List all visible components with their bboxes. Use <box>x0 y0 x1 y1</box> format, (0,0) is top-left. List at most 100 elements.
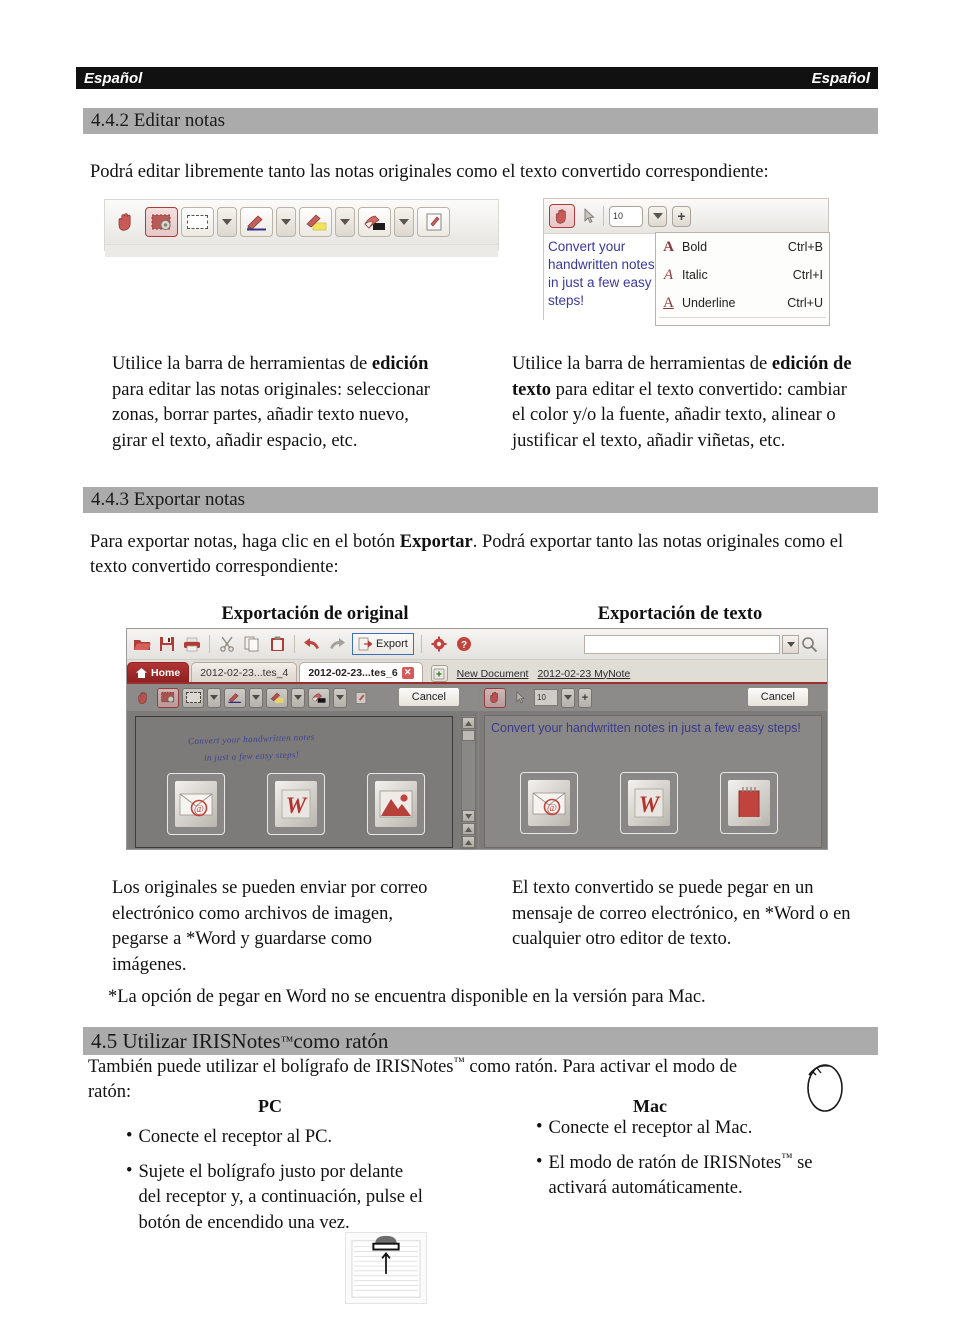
pen-dropdown-arrow[interactable] <box>276 207 296 237</box>
hand-tool-icon[interactable] <box>484 687 506 708</box>
notepad-export-icon[interactable] <box>720 772 778 834</box>
menu-item-italic[interactable]: A Italic Ctrl+I <box>656 261 829 289</box>
bullet-icon: • <box>126 1160 133 1181</box>
column-heading-text: Exportación de texto <box>597 604 763 624</box>
help-icon[interactable]: ? <box>454 634 474 654</box>
font-size-dropdown-arrow[interactable] <box>648 205 667 227</box>
highlighter-dropdown-arrow[interactable] <box>335 207 355 237</box>
text-toolbar-row: 10 + <box>544 199 828 234</box>
hand-tool-icon[interactable] <box>132 688 154 708</box>
page-up-button[interactable] <box>462 823 475 835</box>
original-pane-scrollbar[interactable] <box>461 715 476 849</box>
pen-dropdown-arrow[interactable] <box>249 687 263 708</box>
svg-text:@: @ <box>194 803 204 815</box>
link-mynote[interactable]: 2012-02-23 MyNote <box>537 668 630 680</box>
home-icon <box>136 667 147 678</box>
eraser-dropdown-arrow[interactable] <box>394 207 414 237</box>
eraser-dropdown-arrow[interactable] <box>333 687 347 708</box>
marquee-dropdown-arrow[interactable] <box>207 687 221 708</box>
converted-text-content: Convert your handwritten notes in just a… <box>491 721 801 735</box>
scroll-down-button[interactable] <box>462 810 475 822</box>
menu-item-bold[interactable]: A Bold Ctrl+B <box>656 233 829 261</box>
hand-tool-icon[interactable] <box>109 207 142 237</box>
add-format-button[interactable]: + <box>578 687 592 708</box>
print-icon[interactable] <box>182 634 202 654</box>
list-item: • Sujete el bolígrafo justo por delante … <box>126 1160 426 1237</box>
document-links: New Document 2012-02-23 MyNote <box>425 665 630 682</box>
settings-icon[interactable] <box>429 634 449 654</box>
font-size-dropdown-arrow[interactable] <box>561 687 575 708</box>
text-hand-tool-icon[interactable] <box>549 204 575 228</box>
select-settings-tool-icon[interactable] <box>145 207 178 237</box>
word-export-icon[interactable]: W <box>267 773 325 835</box>
eraser-tool-icon[interactable] <box>308 687 330 708</box>
copy-icon[interactable] <box>242 634 262 654</box>
pc-heading: PC <box>258 1096 282 1116</box>
eraser-tool-icon[interactable] <box>358 207 391 237</box>
email-export-icon[interactable]: @ <box>167 773 225 835</box>
image-export-icon[interactable] <box>367 773 425 835</box>
mouse-illustration <box>807 1064 843 1112</box>
edit-toolbar-row <box>105 200 498 244</box>
pen-tool-icon[interactable] <box>240 207 273 237</box>
highlighter-dropdown-arrow[interactable] <box>291 687 305 708</box>
original-note-canvas[interactable]: Convert your handwritten notes in just a… <box>135 716 453 848</box>
edit-toolbar-figure <box>104 199 499 257</box>
scroll-up-button[interactable] <box>462 717 475 729</box>
search-area <box>584 634 822 654</box>
email-export-icon[interactable]: @ <box>520 772 578 834</box>
converted-text-canvas[interactable]: Convert your handwritten notes in just a… <box>484 715 822 848</box>
font-size-input[interactable]: 10 <box>534 689 558 706</box>
tab-note-4[interactable]: 2012-02-23...tes_4 <box>191 662 298 682</box>
cut-icon[interactable] <box>217 634 237 654</box>
document-page: Español Español 4.4.2 Editar notas Podrá… <box>0 0 954 1318</box>
open-icon[interactable] <box>132 634 152 654</box>
tab-home[interactable]: Home <box>127 662 190 682</box>
paste-icon[interactable] <box>267 634 287 654</box>
highlighter-tool-icon[interactable] <box>299 207 332 237</box>
marquee-dropdown-arrow[interactable] <box>217 207 237 237</box>
select-settings-tool-icon[interactable] <box>157 687 179 708</box>
cancel-button-original[interactable]: Cancel <box>397 687 460 707</box>
save-icon[interactable] <box>157 634 177 654</box>
marquee-select-tool-icon[interactable] <box>181 207 214 237</box>
word-export-icon[interactable]: W <box>620 772 678 834</box>
converted-note-preview: Convert your handwritten notes in just a… <box>548 239 655 308</box>
edit-left-text-a: Utilice la barra de herramientas de <box>112 354 372 374</box>
search-input[interactable] <box>584 634 780 654</box>
redo-icon[interactable] <box>327 634 347 654</box>
new-document-button[interactable] <box>430 665 448 682</box>
pen-tool-icon[interactable] <box>224 687 246 708</box>
menu-item-underline-label: Underline <box>682 296 736 310</box>
add-format-button[interactable]: + <box>672 205 691 227</box>
section-45-suffix: como ratón <box>293 1028 389 1053</box>
page-top-button[interactable] <box>462 836 475 848</box>
tab-note-6[interactable]: 2012-02-23...tes_6 ✕ <box>299 662 423 682</box>
app-body: Cancel Convert your handwritten notes in… <box>127 684 827 849</box>
svg-text:W: W <box>286 793 308 818</box>
cursor-arrow-icon[interactable] <box>509 688 531 708</box>
rotate-text-tool-icon[interactable] <box>350 688 372 708</box>
section-heading-442: 4.4.2 Editar notas <box>83 108 878 134</box>
link-new-document[interactable]: New Document <box>457 668 529 680</box>
close-icon[interactable]: ✕ <box>401 666 414 679</box>
menu-item-underline[interactable]: A Underline Ctrl+U <box>656 289 829 317</box>
search-icon <box>802 636 818 652</box>
trademark-icon: ™ <box>453 1055 465 1068</box>
cursor-arrow-icon[interactable] <box>580 204 598 228</box>
text-export-icon-row: @ W <box>499 772 799 834</box>
rotate-text-tool-icon[interactable] <box>417 207 450 237</box>
scroll-thumb[interactable] <box>462 730 475 741</box>
edit-toolbar-footer <box>105 244 498 257</box>
marquee-select-tool-icon[interactable] <box>182 687 204 708</box>
highlighter-tool-icon[interactable] <box>266 687 288 708</box>
paragraph-443-a: Para exportar notas, haga clic en el bot… <box>90 532 400 552</box>
section-heading-443: 4.4.3 Exportar notas <box>83 487 878 513</box>
undo-icon[interactable] <box>302 634 322 654</box>
search-dropdown-arrow[interactable] <box>782 634 799 654</box>
export-button[interactable]: Export <box>352 633 414 655</box>
font-size-input[interactable]: 10 <box>609 205 643 227</box>
italic-icon: A <box>663 266 674 283</box>
text-export-pane: 10 + Cancel Convert your handwritten not… <box>479 684 827 849</box>
cancel-button-text[interactable]: Cancel <box>746 687 809 707</box>
